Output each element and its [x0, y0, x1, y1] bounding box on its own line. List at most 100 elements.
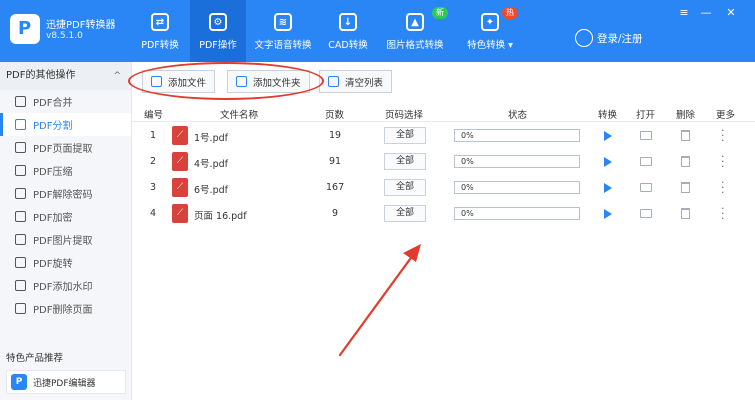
progress-bar: 0%: [454, 129, 580, 142]
sidebar-item-encrypt[interactable]: PDF加密: [0, 205, 131, 228]
download-icon: ↓: [339, 13, 357, 31]
more-icon[interactable]: · · ·: [721, 203, 725, 224]
shield-icon: [15, 211, 26, 222]
table-row: 2 ⟋ 4号.pdf 91 全部 0% · · ·: [132, 149, 755, 175]
sidebar-item-image-extract[interactable]: PDF图片提取: [0, 228, 131, 251]
sidebar-item-compress[interactable]: PDF压缩: [0, 159, 131, 182]
sidebar: PDF的其他操作 ^ PDF合并 PDF分割 PDF页面提取 PDF压缩 PDF…: [0, 62, 132, 400]
row-filename: 页面 16.pdf: [194, 211, 247, 222]
progress-bar: 0%: [454, 207, 580, 220]
convert-play-icon[interactable]: [604, 157, 612, 167]
delete-trash-icon[interactable]: [681, 130, 690, 141]
col-more: 更多: [716, 110, 736, 121]
row-filename: 1号.pdf: [194, 133, 228, 144]
recommend-section-title: 特色产品推荐: [6, 353, 64, 364]
col-convert: 转换: [598, 110, 618, 121]
page-select-button[interactable]: 全部: [384, 153, 426, 170]
more-icon[interactable]: · · ·: [721, 151, 725, 172]
sidebar-item-merge[interactable]: PDF合并: [0, 90, 131, 113]
convert-play-icon[interactable]: [604, 131, 612, 141]
compress-icon: [15, 165, 26, 176]
app-name: 迅捷PDF转换器: [46, 20, 116, 31]
table-row: 4 ⟋ 页面 16.pdf 9 全部 0% · · ·: [132, 201, 755, 227]
progress-bar: 0%: [454, 155, 580, 168]
login-button[interactable]: 登录/注册: [575, 29, 643, 47]
merge-icon: [15, 96, 26, 107]
sidebar-header[interactable]: PDF的其他操作 ^: [0, 62, 131, 90]
table-row: 1 ⟋ 1号.pdf 19 全部 0% · · ·: [132, 123, 755, 149]
sidebar-item-unlock[interactable]: PDF解除密码: [0, 182, 131, 205]
open-folder-icon[interactable]: [640, 183, 652, 192]
hot-badge: 热: [502, 7, 518, 19]
row-pages: 91: [329, 156, 342, 167]
sidebar-item-watermark[interactable]: PDF添加水印: [0, 274, 131, 297]
row-pages: 19: [329, 130, 342, 141]
sidebar-item-rotate[interactable]: PDF旋转: [0, 251, 131, 274]
col-page-select: 页码选择: [385, 110, 424, 121]
close-icon[interactable]: ✕: [724, 6, 738, 19]
row-pages: 9: [332, 208, 339, 219]
row-filename: 4号.pdf: [194, 159, 228, 170]
convert-play-icon[interactable]: [604, 183, 612, 193]
audio-wave-icon: ≋: [274, 13, 292, 31]
clear-list-button[interactable]: 清空列表: [319, 70, 393, 93]
gear-icon: ⚙: [209, 13, 227, 31]
delete-trash-icon[interactable]: [681, 182, 690, 193]
star-gear-icon: ✦: [481, 13, 499, 31]
table-header: 编号 文件名称 页数 页码选择 状态 转换 打开 删除 更多: [132, 104, 755, 122]
app-logo: P: [10, 14, 40, 44]
sidebar-item-delete-page[interactable]: PDF删除页面: [0, 297, 131, 320]
nav-pdf-operate[interactable]: ⚙ PDF操作: [190, 0, 246, 62]
page-extract-icon: [15, 142, 26, 153]
table-row: 3 ⟋ 6号.pdf 167 全部 0% · · ·: [132, 175, 755, 201]
unlock-icon: [15, 188, 26, 199]
page-select-button[interactable]: 全部: [384, 205, 426, 222]
pdf-editor-logo-icon: P: [11, 374, 27, 390]
delete-page-icon: [15, 303, 26, 314]
rotate-icon: [15, 257, 26, 268]
delete-trash-icon[interactable]: [681, 208, 690, 219]
more-icon[interactable]: · · ·: [721, 177, 725, 198]
image-icon: ▲: [406, 13, 424, 31]
open-folder-icon[interactable]: [640, 209, 652, 218]
nav-pdf-convert[interactable]: ⇄ PDF转换: [132, 0, 188, 62]
row-pages: 167: [326, 182, 345, 193]
nav-text-speech[interactable]: ≋ 文字语音转换: [250, 0, 316, 62]
col-index: 编号: [144, 110, 164, 121]
sidebar-item-page-extract[interactable]: PDF页面提取: [0, 136, 131, 159]
refresh-icon: ⇄: [151, 13, 169, 31]
chevron-up-icon: ^: [113, 71, 121, 81]
new-badge: 新: [432, 7, 448, 19]
pdf-file-icon: ⟋: [172, 126, 188, 145]
app-version: v8.5.1.0: [46, 31, 83, 41]
col-open: 打开: [636, 110, 656, 121]
promo-pdf-editor[interactable]: P 迅捷PDF编辑器: [6, 370, 126, 394]
more-icon[interactable]: · · ·: [721, 125, 725, 146]
app-header: P 迅捷PDF转换器 v8.5.1.0 ⇄ PDF转换 ⚙ PDF操作 ≋ 文字…: [0, 0, 755, 62]
menu-icon[interactable]: ≡: [677, 6, 691, 19]
row-index: 4: [150, 208, 157, 219]
nav-cad-convert[interactable]: ↓ CAD转换: [320, 0, 376, 62]
col-filename: 文件名称: [220, 110, 259, 121]
col-delete: 删除: [676, 110, 696, 121]
delete-trash-icon[interactable]: [681, 156, 690, 167]
col-status: 状态: [508, 110, 528, 121]
pdf-file-icon: ⟋: [172, 178, 188, 197]
pdf-file-icon: ⟋: [172, 152, 188, 171]
image-extract-icon: [15, 234, 26, 245]
annotation-oval: [128, 62, 324, 100]
row-filename: 6号.pdf: [194, 185, 228, 196]
convert-play-icon[interactable]: [604, 209, 612, 219]
user-icon: [575, 29, 593, 47]
open-folder-icon[interactable]: [640, 157, 652, 166]
progress-bar: 0%: [454, 181, 580, 194]
row-index: 3: [150, 182, 157, 193]
open-folder-icon[interactable]: [640, 131, 652, 140]
page-select-button[interactable]: 全部: [384, 179, 426, 196]
watermark-icon: [15, 280, 26, 291]
col-pages: 页数: [325, 110, 345, 121]
pdf-file-icon: ⟋: [172, 204, 188, 223]
sidebar-item-split[interactable]: PDF分割: [0, 113, 131, 136]
minimize-icon[interactable]: —: [699, 6, 713, 19]
page-select-button[interactable]: 全部: [384, 127, 426, 144]
